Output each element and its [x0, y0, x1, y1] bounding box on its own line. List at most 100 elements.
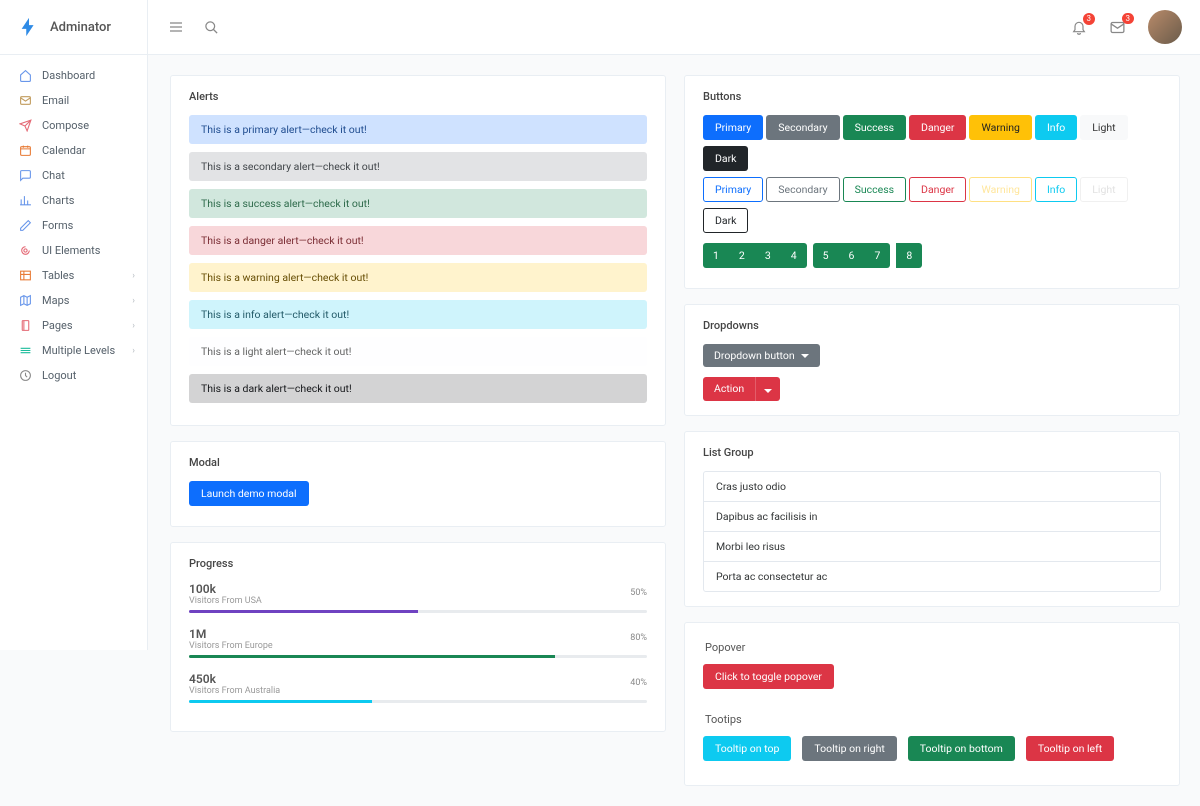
chat-icon	[18, 169, 32, 182]
sidebar-item-calendar[interactable]: Calendar	[0, 138, 147, 163]
sidebar-item-charts[interactable]: Charts	[0, 188, 147, 213]
mail-icon	[18, 94, 32, 107]
search-icon[interactable]	[204, 20, 219, 35]
sidebar-item-ui-elements[interactable]: UI Elements	[0, 238, 147, 263]
list-item[interactable]: Porta ac consectetur ac	[704, 562, 1160, 591]
launch-modal-button[interactable]: Launch demo modal	[189, 481, 309, 506]
chevron-right-icon: ›	[132, 296, 135, 306]
button-group: 567	[813, 243, 891, 268]
section-title: Tootips	[705, 713, 1161, 726]
split-button[interactable]: Action	[703, 377, 780, 401]
sidebar-item-forms[interactable]: Forms	[0, 213, 147, 238]
logo-icon	[18, 16, 40, 38]
group-button-7[interactable]: 7	[864, 243, 890, 268]
secondary-outline-button[interactable]: Secondary	[766, 177, 839, 202]
sidebar-item-tables[interactable]: Tables ›	[0, 263, 147, 288]
brand-name: Adminator	[50, 20, 111, 35]
split-button-label[interactable]: Action	[703, 377, 755, 401]
success-outline-button[interactable]: Success	[843, 177, 906, 202]
group-button-4[interactable]: 4	[781, 243, 807, 268]
sidebar-item-label: Tables	[42, 269, 74, 282]
light-outline-button[interactable]: Light	[1080, 177, 1127, 202]
group-button-6[interactable]: 6	[839, 243, 865, 268]
card-title: List Group	[703, 446, 1161, 459]
info-button[interactable]: Info	[1035, 115, 1077, 140]
sidebar-item-email[interactable]: Email	[0, 88, 147, 113]
sidebar-item-label: Multiple Levels	[42, 344, 115, 357]
tooltip-button[interactable]: Tooltip on left	[1026, 736, 1114, 761]
progress-percent: 40%	[630, 678, 647, 688]
dropdown-button[interactable]: Dropdown button	[703, 344, 820, 367]
notifications-badge: 3	[1083, 13, 1096, 25]
group-button-1[interactable]: 1	[703, 243, 729, 268]
map-icon	[18, 294, 32, 307]
sidebar-item-label: UI Elements	[42, 244, 100, 257]
warning-outline-button[interactable]: Warning	[969, 177, 1031, 202]
tooltip-button[interactable]: Tooltip on right	[802, 736, 896, 761]
chevron-down-icon	[764, 389, 772, 393]
tooltip-button[interactable]: Tooltip on top	[703, 736, 791, 761]
tooltip-button[interactable]: Tooltip on bottom	[908, 736, 1015, 761]
dark-outline-button[interactable]: Dark	[703, 208, 748, 233]
avatar[interactable]	[1148, 10, 1182, 44]
dark-button[interactable]: Dark	[703, 146, 748, 171]
progress-value: 100k	[189, 582, 647, 596]
messages-icon[interactable]: 3	[1109, 19, 1126, 36]
power-icon	[18, 369, 32, 382]
card-title: Dropdowns	[703, 319, 1161, 332]
split-button-caret[interactable]	[755, 377, 780, 401]
chevron-right-icon: ›	[132, 271, 135, 281]
sidebar-item-label: Calendar	[42, 144, 86, 157]
group-button-8[interactable]: 8	[896, 243, 922, 268]
danger-button[interactable]: Danger	[909, 115, 966, 140]
logo-area[interactable]: Adminator	[0, 0, 148, 54]
progress-bar	[189, 610, 647, 613]
success-button[interactable]: Success	[843, 115, 906, 140]
sidebar-item-multiple-levels[interactable]: Multiple Levels›	[0, 338, 147, 363]
main-content: Alerts This is a primary alert—check it …	[148, 55, 1200, 806]
sidebar-item-label: Dashboard	[42, 69, 95, 82]
pen-icon	[18, 219, 32, 232]
chevron-right-icon: ›	[132, 321, 135, 331]
list-item[interactable]: Dapibus ac facilisis in	[704, 502, 1160, 532]
table-icon	[18, 269, 32, 282]
light-button[interactable]: Light	[1080, 115, 1127, 140]
secondary-button[interactable]: Secondary	[766, 115, 839, 140]
card-title: Progress	[189, 557, 647, 570]
warning-button[interactable]: Warning	[969, 115, 1031, 140]
sidebar-item-logout[interactable]: Logout	[0, 363, 147, 388]
info-outline-button[interactable]: Info	[1035, 177, 1077, 202]
list-item[interactable]: Cras justo odio	[704, 472, 1160, 502]
primary-outline-button[interactable]: Primary	[703, 177, 763, 202]
sidebar-item-label: Logout	[42, 369, 76, 382]
primary-button[interactable]: Primary	[703, 115, 763, 140]
list-item[interactable]: Morbi leo risus	[704, 532, 1160, 562]
group-button-2[interactable]: 2	[729, 243, 755, 268]
progress-card: Progress 100kVisitors From USA50%1MVisit…	[170, 542, 666, 732]
alert-danger: This is a danger alert—check it out!	[189, 226, 647, 255]
card-title: Buttons	[703, 90, 1161, 103]
danger-outline-button[interactable]: Danger	[909, 177, 966, 202]
progress-item: 450kVisitors From Australia40%	[189, 672, 647, 703]
buttons-card: Buttons PrimarySecondarySuccessDangerWar…	[684, 75, 1180, 289]
group-button-5[interactable]: 5	[813, 243, 839, 268]
alert-secondary: This is a secondary alert—check it out!	[189, 152, 647, 181]
sidebar: Dashboard EmailCompose Calendar Chat Charts F…	[0, 55, 148, 650]
sidebar-item-label: Charts	[42, 194, 74, 207]
calendar-icon	[18, 144, 32, 157]
group-button-3[interactable]: 3	[755, 243, 781, 268]
button-group: 1234	[703, 243, 807, 268]
progress-value: 450k	[189, 672, 647, 686]
menu-toggle-icon[interactable]	[168, 19, 184, 35]
progress-bar	[189, 700, 647, 703]
notifications-icon[interactable]: 3	[1071, 19, 1087, 35]
progress-label: Visitors From Australia	[189, 686, 647, 696]
sidebar-item-maps[interactable]: Maps›	[0, 288, 147, 313]
listgroup-card: List Group Cras justo odioDapibus ac fac…	[684, 431, 1180, 607]
popover-button[interactable]: Click to toggle popover	[703, 664, 834, 689]
sidebar-item-compose[interactable]: Compose	[0, 113, 147, 138]
topbar: Adminator 3 3	[0, 0, 1200, 55]
sidebar-item-chat[interactable]: Chat	[0, 163, 147, 188]
sidebar-item-dashboard[interactable]: Dashboard	[0, 63, 147, 88]
sidebar-item-pages[interactable]: Pages›	[0, 313, 147, 338]
